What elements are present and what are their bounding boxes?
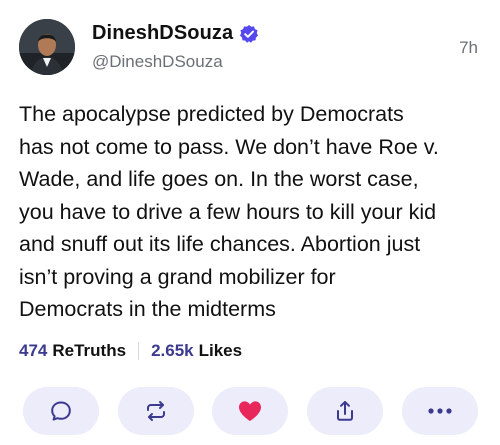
likes-label: Likes [198,341,243,360]
avatar-photo [19,19,75,75]
action-bar [0,387,500,437]
retruths-stat[interactable]: 474 ReTruths [19,341,126,361]
avatar[interactable] [19,19,75,75]
more-options-button[interactable] [402,387,478,435]
post-body: The apocalypse predicted by Democrats ha… [19,98,481,326]
ellipsis-icon [428,408,452,414]
post-body-line: isn’t proving a grand mobilizer for [19,264,336,289]
likes-count: 2.65k [151,341,194,360]
repost-arrows-icon [147,401,165,421]
post-body-line: Democrats in the midterms [19,297,276,321]
like-button[interactable] [212,387,288,435]
post-body-line: and snuff out its life chances. Abortion… [19,232,421,256]
likes-stat[interactable]: 2.65k Likes [151,341,242,361]
post-stats: 474 ReTruths 2.65k Likes [19,341,242,361]
post-body-line: Wade, and life goes on. In the worst cas… [19,167,419,191]
post-body-line: The apocalypse predicted by Democrats [19,102,404,126]
retruths-label: ReTruths [52,341,127,360]
retruth-button[interactable] [118,387,194,435]
stats-divider [138,342,140,360]
speech-bubble-icon [51,401,71,421]
post-timestamp: 7h [459,38,478,57]
author-handle[interactable]: @DineshDSouza [92,52,223,72]
verified-badge-icon [239,24,259,44]
author-name-row: DineshDSouza [92,22,259,45]
share-button[interactable] [307,387,383,435]
post-body-line: you have to drive a few hours to kill yo… [19,199,437,224]
truth-post: DineshDSouza @DineshDSouza 7h The apocal… [0,0,500,445]
post-body-line: has not come to pass. We don’t have Roe … [19,134,439,159]
author-display-name[interactable]: DineshDSouza [92,22,233,45]
heart-icon [239,401,261,421]
share-upload-icon [337,401,353,421]
retruths-count: 474 [19,341,48,360]
reply-button[interactable] [23,387,99,435]
